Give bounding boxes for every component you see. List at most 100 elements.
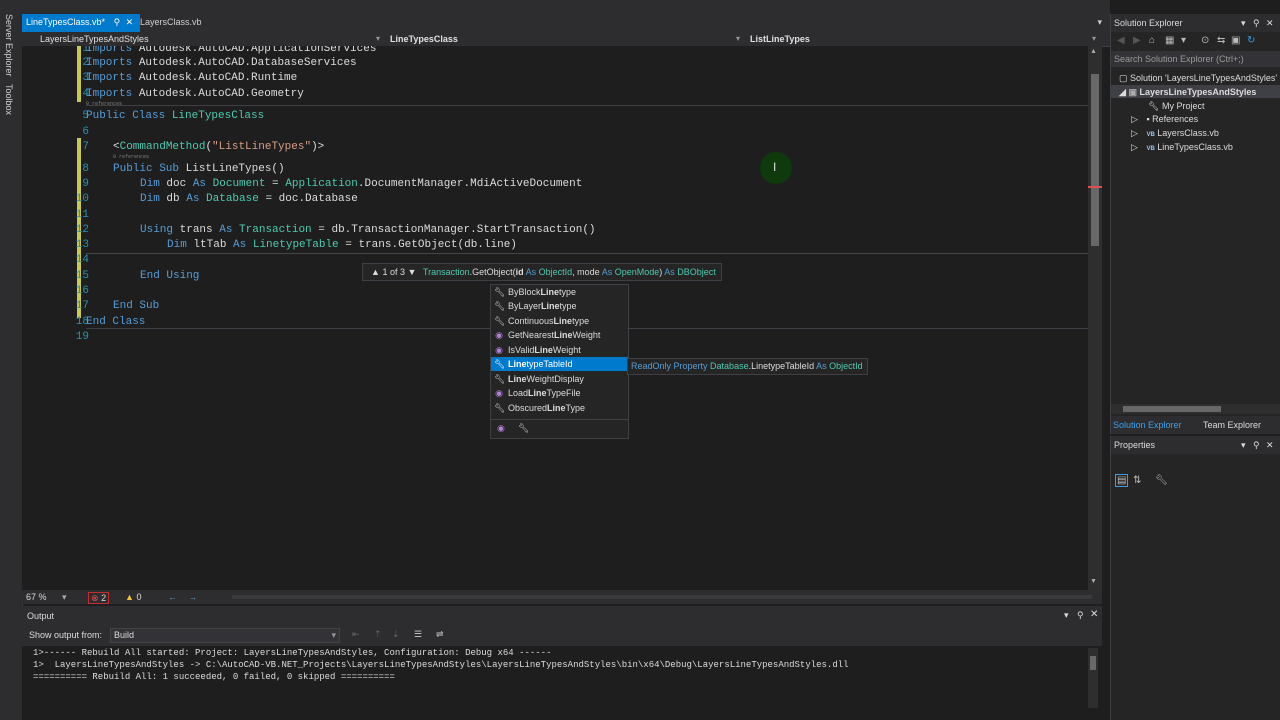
scroll-down-icon[interactable]: ▼ <box>1090 578 1097 585</box>
tab-linetypesclass[interactable]: LineTypesClass.vb* ⚲ ✕ <box>22 14 140 32</box>
tab-team-explorer[interactable]: Team Explorer <box>1203 420 1261 430</box>
solution-search-input[interactable]: Search Solution Explorer (Ctrl+;) <box>1111 51 1280 67</box>
tab-overflow-dropdown[interactable]: ▾ <box>1097 17 1102 28</box>
close-icon[interactable]: ✕ <box>126 14 134 31</box>
solution-horizontal-scrollbar[interactable] <box>1111 404 1280 414</box>
list-item-selected[interactable]: 🔧︎ LinetypeTableId <box>491 357 628 371</box>
tooltip-modifier: ReadOnly Property <box>631 361 711 371</box>
code-line: Imports Autodesk.AutoCAD.Geometry <box>86 88 304 100</box>
scrollbar-thumb[interactable] <box>1123 406 1221 412</box>
find-message-icon[interactable]: ⇤ <box>352 629 360 640</box>
pin-icon[interactable]: ⚲ <box>1077 610 1084 621</box>
toolbox-tab[interactable]: Toolbox <box>4 84 14 115</box>
close-icon[interactable]: ✕ <box>1090 609 1098 620</box>
output-scrollbar[interactable] <box>1088 648 1098 708</box>
tab-solution-explorer[interactable]: Solution Explorer <box>1113 420 1182 430</box>
member-dropdown[interactable]: ListLineTypes <box>750 32 810 46</box>
categorized-icon[interactable]: ▤ <box>1115 474 1129 487</box>
code-line: Imports Autodesk.AutoCAD.DatabaseService… <box>86 57 357 69</box>
list-item[interactable]: 🔧︎ ContinuousLinetype <box>491 314 628 328</box>
method-filter-icon[interactable]: ◉ <box>497 423 505 434</box>
pin-icon[interactable]: ⚲ <box>1253 436 1260 454</box>
scrollbar-thumb[interactable] <box>1090 656 1096 670</box>
chevron-down-icon[interactable]: ▾ <box>376 32 380 46</box>
tree-item-solution[interactable]: ▢ Solution 'LayersLineTypesAndStyles' <box>1119 72 1277 84</box>
signature-param: , mode <box>572 267 600 277</box>
pin-icon[interactable]: ⚲ <box>114 14 121 31</box>
list-item[interactable]: 🔧︎ LineWeightDisplay <box>491 372 628 386</box>
codelens-references[interactable]: 0 references <box>86 101 122 107</box>
expand-icon[interactable]: ◢ <box>1119 87 1126 97</box>
navigate-forward-icon[interactable]: → <box>188 590 197 604</box>
word-wrap-icon[interactable]: ⇌ <box>436 629 444 640</box>
switch-view-icon[interactable]: ▦ <box>1165 35 1174 46</box>
forward-icon[interactable]: ▶ <box>1133 35 1141 46</box>
mouse-cursor-highlight: I <box>760 152 792 184</box>
expand-icon[interactable]: ▷ <box>1131 142 1138 152</box>
chevron-down-icon[interactable]: ▾ <box>1181 35 1186 46</box>
error-indicator[interactable]: ⊗ 2 <box>88 592 110 604</box>
close-icon[interactable]: ✕ <box>1266 14 1274 32</box>
back-icon[interactable]: ◀ <box>1117 35 1125 46</box>
warning-indicator[interactable]: ▲ 0 <box>125 590 141 604</box>
code-line: End Sub <box>113 300 160 312</box>
overload-up-icon[interactable]: ▲ <box>371 267 380 277</box>
list-item[interactable]: 🔧︎ ByLayerLinetype <box>491 299 628 313</box>
sync-icon[interactable]: ⇆ <box>1217 35 1225 46</box>
properties-header: Properties ▾ ⚲ ✕ <box>1111 436 1280 454</box>
references-icon: ▪ <box>1146 114 1150 124</box>
output-source-select[interactable]: Build ▾ <box>110 628 340 643</box>
output-toolbar: Show output from: Build ▾ ⇤ ⇡ ⇣ ☰ ⇌ <box>22 626 1102 646</box>
chevron-down-icon[interactable]: ▾ <box>1241 14 1246 32</box>
chevron-down-icon[interactable]: ▾ <box>1064 610 1069 621</box>
list-item[interactable]: 🔧︎ ByBlockLinetype <box>491 285 628 299</box>
tree-item-references[interactable]: ▷ ▪ References <box>1131 113 1198 125</box>
line-number: 18 <box>75 316 89 328</box>
expand-icon[interactable]: ▷ <box>1131 114 1138 124</box>
scroll-up-icon[interactable]: ▲ <box>1090 48 1097 55</box>
tree-item-linetypesclass[interactable]: ▷ VB LineTypesClass.vb <box>1131 141 1233 155</box>
server-explorer-tab[interactable]: Server Explorer <box>4 14 14 77</box>
chevron-down-icon[interactable]: ▾ <box>62 590 67 604</box>
tree-item-project[interactable]: ◢ ▣ LayersLineTypesAndStyles <box>1119 86 1256 98</box>
alphabetical-icon[interactable]: ⇅ <box>1133 475 1141 486</box>
chevron-down-icon[interactable]: ▾ <box>1241 436 1246 454</box>
prev-message-icon[interactable]: ⇡ <box>374 629 382 640</box>
scrollbar-thumb[interactable] <box>1091 74 1099 246</box>
class-dropdown[interactable]: LineTypesClass <box>390 32 458 46</box>
home-icon[interactable]: ⌂ <box>1149 35 1155 46</box>
list-item[interactable]: ◉ IsValidLineWeight <box>491 343 628 357</box>
navigate-back-icon[interactable]: ← <box>168 590 177 604</box>
tooltip-class: Database <box>710 361 749 371</box>
intellisense-completion-list[interactable]: 🔧︎ ByBlockLinetype 🔧︎ ByLayerLinetype 🔧︎ Co… <box>490 284 629 439</box>
next-message-icon[interactable]: ⇣ <box>392 629 400 640</box>
overload-down-icon[interactable]: ▼ <box>407 267 416 277</box>
solution-icon: ▢ <box>1119 73 1128 83</box>
list-item[interactable]: ◉ LoadLineTypeFile <box>491 386 628 400</box>
pending-changes-icon[interactable]: ⊙ <box>1201 35 1209 46</box>
tree-item-layersclass[interactable]: ▷ VB LayersClass.vb <box>1131 127 1219 141</box>
expand-icon[interactable]: ▷ <box>1131 128 1138 138</box>
refresh-icon[interactable]: ↻ <box>1247 35 1255 46</box>
error-marker <box>1088 186 1102 188</box>
chevron-down-icon[interactable]: ▾ <box>736 32 740 46</box>
collapse-all-icon[interactable]: ▣ <box>1231 35 1240 46</box>
codelens-references[interactable]: 0 references <box>113 154 149 160</box>
clear-all-icon[interactable]: ☰ <box>414 629 422 640</box>
zoom-level[interactable]: 67 % <box>26 590 47 604</box>
tab-layersclass[interactable]: LayersClass.vb <box>136 14 206 32</box>
chevron-down-icon[interactable]: ▾ <box>1092 32 1096 46</box>
tree-item-my-project[interactable]: 🔧︎ My Project <box>1148 100 1204 112</box>
list-item[interactable]: ◉ GetNearestLineWeight <box>491 328 628 342</box>
code-line: <CommandMethod("ListLineTypes")> <box>113 141 325 153</box>
project-dropdown[interactable]: LayersLineTypesAndStyles <box>40 32 149 46</box>
property-pages-icon[interactable]: 🔧︎ <box>1155 475 1168 486</box>
editor-vertical-scrollbar[interactable]: ▲ ▼ <box>1088 46 1102 590</box>
pin-icon[interactable]: ⚲ <box>1253 14 1260 32</box>
line-number: 12 <box>75 224 89 236</box>
property-filter-icon[interactable]: 🔧︎ <box>518 423 529 434</box>
list-item[interactable]: 🔧︎ ObscuredLineType <box>491 401 628 415</box>
editor-horizontal-scrollbar[interactable] <box>232 595 1092 599</box>
separator-line <box>86 105 1088 106</box>
close-icon[interactable]: ✕ <box>1266 436 1274 454</box>
